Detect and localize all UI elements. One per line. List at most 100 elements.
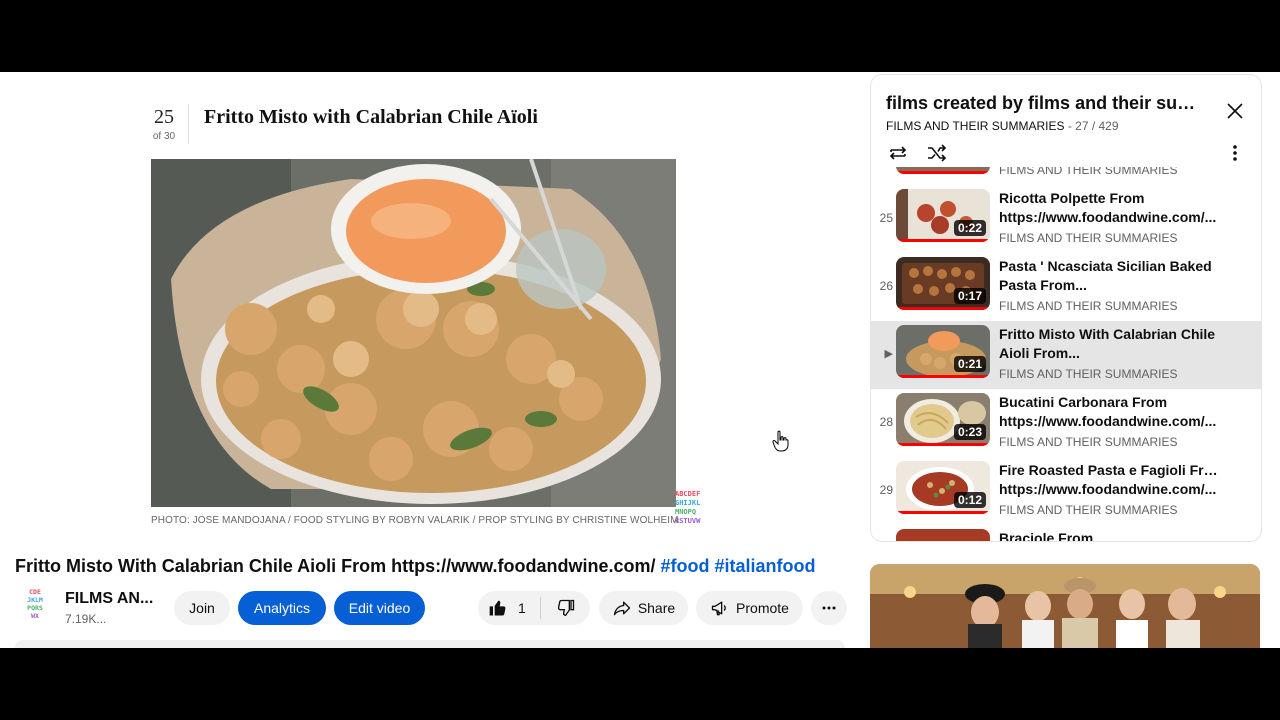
watch-page: 25 of 30 Fritto Misto with Calabrian Chi… bbox=[0, 72, 1280, 648]
more-vert-icon[interactable] bbox=[1223, 141, 1247, 165]
channel-avatar[interactable]: CDE JKLM PQRS WX bbox=[16, 588, 54, 626]
video-thumbnail: 0:23 bbox=[896, 393, 990, 446]
channel-name[interactable]: FILMS AN... bbox=[65, 590, 153, 608]
item-title-line1: Braciole From bbox=[999, 530, 1094, 541]
fritto-misto-photo bbox=[151, 159, 676, 507]
slide-divider bbox=[188, 104, 189, 144]
analytics-button[interactable]: Analytics bbox=[238, 591, 326, 625]
playlist-item[interactable]: 28 0:23 Bucatini Carbonara From https://… bbox=[871, 389, 1261, 457]
item-index: 28 bbox=[879, 415, 893, 429]
thumbs-up-icon bbox=[489, 600, 506, 616]
duration-badge: 0:17 bbox=[953, 288, 986, 304]
hashtag-italianfood[interactable]: #italianfood bbox=[715, 556, 816, 576]
watched-progress-bar bbox=[896, 171, 990, 174]
slide-number: 25 bbox=[154, 106, 174, 128]
photo-credit: PHOTO: JOSE MANDOJANA / FOOD STYLING BY … bbox=[151, 515, 679, 526]
video-thumbnail: 0:12 bbox=[896, 461, 990, 514]
subscriber-count: 7.19K... bbox=[65, 612, 107, 626]
item-title: Fire Roasted Pasta e Fagioli From https:… bbox=[999, 461, 1219, 499]
description-box-edge[interactable] bbox=[15, 640, 845, 648]
video-title-text: Fritto Misto With Calabrian Chile Aioli … bbox=[15, 556, 661, 576]
duration-badge: 0:22 bbox=[953, 220, 986, 236]
item-channel: FILMS AND THEIR SUMMARIES bbox=[999, 231, 1178, 245]
dislike-button[interactable] bbox=[541, 591, 590, 625]
item-title-line2: Aioli From... bbox=[999, 345, 1080, 361]
hand-cursor-icon bbox=[772, 430, 789, 452]
close-icon[interactable] bbox=[1223, 99, 1247, 123]
playlist-item-partial-top[interactable]: FILMS AND THEIR SUMMARIES bbox=[871, 167, 1261, 185]
item-index: 25 bbox=[879, 211, 893, 225]
like-button[interactable]: 1 bbox=[478, 591, 540, 625]
item-title: Ricotta Polpette From https://www.foodan… bbox=[999, 189, 1219, 227]
megaphone-icon bbox=[711, 601, 726, 616]
item-title-line2: https://www.foodandwine.com/... bbox=[999, 209, 1217, 225]
duration-badge: 0:21 bbox=[953, 356, 986, 372]
playlist-channel[interactable]: FILMS AND THEIR SUMMARIES bbox=[886, 119, 1064, 133]
playlist-item[interactable]: 29 0:12 Fire Roasted Pasta e Fagioli Fro… bbox=[871, 457, 1261, 525]
video-thumbnail: 0:22 bbox=[896, 189, 990, 242]
playlist-item-current[interactable]: ▶ 0:21 Fritto Misto With Calabrian Chile… bbox=[871, 321, 1261, 389]
item-title-line2: https://www.foodandwine.com/... bbox=[999, 413, 1217, 429]
duration-badge: 0:12 bbox=[953, 492, 986, 508]
item-channel: FILMS AND THEIR SUMMARIES bbox=[999, 167, 1178, 177]
item-channel: FILMS AND THEIR SUMMARIES bbox=[999, 503, 1178, 517]
item-title-line2: https://www.foodandwine.com/... bbox=[999, 481, 1217, 497]
more-horiz-icon bbox=[822, 606, 836, 610]
video-player[interactable]: 25 of 30 Fritto Misto with Calabrian Chi… bbox=[0, 72, 860, 542]
now-playing-icon: ▶ bbox=[884, 348, 893, 360]
item-index: 29 bbox=[879, 483, 893, 497]
playlist-item[interactable]: 25 0:22 Ricotta Polpette From https://ww… bbox=[871, 185, 1261, 253]
watched-progress-bar bbox=[896, 375, 990, 378]
promote-button[interactable]: Promote bbox=[696, 591, 803, 625]
playlist-position: 27 / 429 bbox=[1075, 119, 1119, 133]
watched-progress-bar bbox=[896, 511, 990, 514]
more-actions-button[interactable] bbox=[811, 591, 847, 625]
join-button[interactable]: Join bbox=[174, 591, 230, 625]
like-count: 1 bbox=[518, 600, 526, 616]
playlist-subtitle: FILMS AND THEIR SUMMARIES - 27 / 429 bbox=[886, 119, 1119, 133]
item-index: 26 bbox=[879, 279, 893, 293]
playlist-items: FILMS AND THEIR SUMMARIES 25 0:22 Ricott… bbox=[871, 167, 1261, 541]
item-title: Braciole From bbox=[999, 529, 1219, 541]
watched-progress-bar bbox=[896, 239, 990, 242]
playlist-panel: films created by films and their sum... … bbox=[870, 74, 1262, 542]
item-channel: FILMS AND THEIR SUMMARIES bbox=[999, 367, 1178, 381]
share-button[interactable]: Share bbox=[599, 591, 688, 625]
promote-label: Promote bbox=[736, 600, 789, 616]
playlist-item-partial-bottom[interactable]: Braciole From bbox=[871, 525, 1261, 541]
item-title-line1: Fire Roasted Pasta e Fagioli From bbox=[999, 462, 1219, 478]
share-icon bbox=[613, 601, 630, 616]
item-channel: FILMS AND THEIR SUMMARIES bbox=[999, 299, 1178, 313]
playlist-title[interactable]: films created by films and their sum... bbox=[886, 93, 1206, 114]
playlist-item[interactable]: 26 0:17 Pasta ' Ncasciata Sicilian Baked… bbox=[871, 253, 1261, 321]
item-title-line2: Pasta From... bbox=[999, 277, 1087, 293]
item-title-line1: Bucatini Carbonara From bbox=[999, 394, 1168, 410]
video-thumbnail: 0:21 bbox=[896, 325, 990, 378]
duration-badge: 0:23 bbox=[953, 424, 986, 440]
thumbs-down-icon bbox=[557, 599, 574, 617]
shuffle-icon[interactable] bbox=[925, 141, 949, 165]
ad-banner-image[interactable] bbox=[870, 564, 1260, 648]
playlist-separator: - bbox=[1064, 119, 1076, 133]
share-label: Share bbox=[637, 600, 676, 616]
item-title: Fritto Misto With Calabrian Chile Aioli … bbox=[999, 325, 1219, 363]
watched-progress-bar bbox=[896, 307, 990, 310]
like-dislike-group: 1 bbox=[478, 591, 590, 625]
video-thumbnail bbox=[896, 167, 990, 174]
channel-watermark-logo: ABCDEF GHIJKL MNOPQ RSTUVW bbox=[675, 490, 701, 525]
slide-title: Fritto Misto with Calabrian Chile Aïoli bbox=[204, 106, 538, 128]
slide-total: of 30 bbox=[152, 131, 176, 142]
video-thumbnail bbox=[896, 529, 990, 541]
item-channel: FILMS AND THEIR SUMMARIES bbox=[999, 435, 1178, 449]
item-title-line1: Fritto Misto With Calabrian Chile bbox=[999, 326, 1216, 342]
video-title: Fritto Misto With Calabrian Chile Aioli … bbox=[15, 556, 816, 577]
item-title: Bucatini Carbonara From https://www.food… bbox=[999, 393, 1219, 431]
video-thumbnail: 0:17 bbox=[896, 257, 990, 310]
item-title-line1: Ricotta Polpette From bbox=[999, 190, 1145, 206]
loop-icon[interactable] bbox=[886, 141, 910, 165]
item-title: Pasta ' Ncasciata Sicilian Baked Pasta F… bbox=[999, 257, 1219, 295]
edit-video-button[interactable]: Edit video bbox=[334, 591, 425, 625]
item-title-line1: Pasta ' Ncasciata Sicilian Baked bbox=[999, 258, 1212, 274]
watched-progress-bar bbox=[896, 443, 990, 446]
hashtag-food[interactable]: #food bbox=[661, 556, 710, 576]
